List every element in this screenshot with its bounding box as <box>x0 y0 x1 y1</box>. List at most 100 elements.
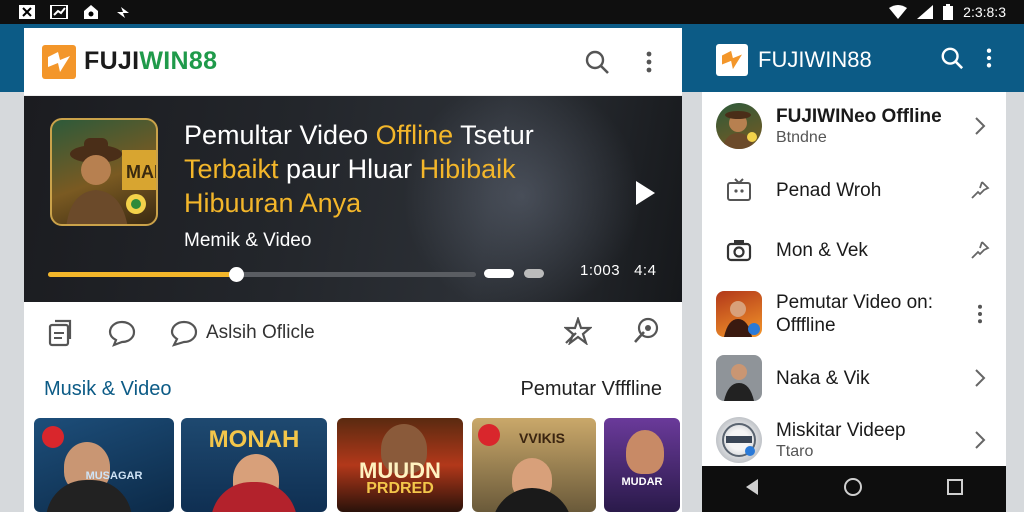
battery-icon <box>943 4 954 20</box>
poster-figure <box>626 430 664 474</box>
buffer-segment <box>484 269 514 278</box>
pin-icon[interactable] <box>968 240 992 260</box>
list-item[interactable]: FUJIWINeo Offline Btndne <box>702 92 1006 160</box>
home-button[interactable] <box>843 477 863 502</box>
featured-thumbnail[interactable]: MAI <box>50 118 158 226</box>
home-app-icon <box>84 5 98 19</box>
message-icon <box>170 320 198 347</box>
list-item-subtitle: Btndne <box>776 128 827 146</box>
list-item-title: Mon & Vek <box>776 239 868 261</box>
section-title-music[interactable]: Musik & Video <box>44 378 171 401</box>
poster-card[interactable]: MUDAR <box>604 418 680 512</box>
progress-handle[interactable] <box>229 267 245 282</box>
list-item-title: Naka & Vik <box>776 367 870 389</box>
poster-row: MUSAGAR MONAH MUUDN PRDRED VVIKIS MUDAR <box>34 418 694 512</box>
brand-logo <box>42 44 76 79</box>
back-button[interactable] <box>744 478 760 501</box>
featured-video-player[interactable]: MAI Pemultar Video Offline Tsetur Terbai… <box>24 96 682 302</box>
signal-icon <box>917 5 934 19</box>
poster-figure-body <box>492 488 572 512</box>
brand-logo <box>716 44 748 76</box>
performer-avatar-icon <box>724 301 760 337</box>
search-button[interactable] <box>940 46 964 75</box>
logo-mark-icon <box>722 50 742 70</box>
action-toolbar: Aslsih Oflicle <box>24 302 682 364</box>
section-title-offline[interactable]: Pemutar Vfffline <box>520 378 662 401</box>
system-nav-bar <box>702 466 1006 512</box>
recents-square-icon <box>947 478 964 495</box>
featured-subtitle: Memik & Video <box>184 230 312 251</box>
star-icon <box>563 315 593 346</box>
list-item-title: Miskitar Videep <box>776 419 906 441</box>
kebab-icon[interactable] <box>968 304 992 324</box>
location-share-icon <box>634 317 659 343</box>
right-app-bar: FUJIWIN88 <box>702 28 1006 92</box>
poster-card[interactable]: MUUDN PRDRED <box>337 418 463 512</box>
favorite-button[interactable] <box>563 315 593 350</box>
left-app-bar: FUJIWIN88 <box>24 28 682 96</box>
status-time: 2:3:8:3 <box>963 4 1006 20</box>
offline-button[interactable]: Aslsih Oflicle <box>170 319 315 347</box>
more-menu-button[interactable] <box>986 48 992 73</box>
chevron-right-icon[interactable] <box>968 430 992 450</box>
video-thumbnail <box>716 291 762 337</box>
chevron-right-icon[interactable] <box>968 368 992 388</box>
character-avatar-icon <box>722 111 757 149</box>
poster-card[interactable]: MUSAGAR <box>34 418 174 512</box>
poster-card[interactable]: MONAH <box>181 418 327 512</box>
home-circle-icon <box>843 477 862 496</box>
list-item-title-2: Offfline <box>776 315 836 336</box>
more-menu-button[interactable] <box>634 47 664 77</box>
list-item[interactable]: Miskitar Videep Ttaro <box>702 408 1006 472</box>
bolt-icon <box>117 7 129 18</box>
status-bar: 2:3:8:3 <box>0 0 1024 24</box>
search-button[interactable] <box>582 47 612 77</box>
brand-name: FUJIWIN88 <box>758 47 872 72</box>
list-item[interactable]: Pemutar Video on: Offfline <box>702 280 1006 348</box>
poster-figure-body <box>46 480 132 512</box>
play-button[interactable] <box>634 180 656 211</box>
chevron-right-icon[interactable] <box>968 116 992 136</box>
disc-avatar-icon <box>722 423 756 457</box>
list-item[interactable]: Naka & Vik <box>702 348 1006 408</box>
list-item-title: Pemutar Video on: <box>776 292 934 313</box>
featured-title: Pemultar Video Offline Tsetur Terbaikt p… <box>184 120 534 218</box>
playback-time: 1:003 4:4 <box>580 262 657 279</box>
search-icon <box>941 47 964 69</box>
poster-card[interactable]: VVIKIS <box>472 418 596 512</box>
library-button[interactable] <box>46 319 74 347</box>
avatar <box>716 103 762 149</box>
offline-label: Aslsih Oflicle <box>206 322 315 343</box>
character-art-icon: MAI <box>66 138 158 224</box>
avatar <box>716 417 762 463</box>
list-item-title: FUJIWINeo Offline <box>776 105 942 127</box>
recents-button[interactable] <box>946 478 964 501</box>
share-button[interactable] <box>632 317 660 350</box>
progress-fill <box>48 272 237 277</box>
list-item[interactable]: Penad Wroh <box>702 160 1006 220</box>
list-item-title: Penad Wroh <box>776 179 882 201</box>
library-icon <box>48 319 72 347</box>
search-icon <box>585 50 609 74</box>
back-triangle-icon <box>745 478 758 495</box>
list-item-subtitle: Ttaro <box>776 442 814 460</box>
brand-name: FUJIWIN88 <box>84 47 218 75</box>
person-avatar-icon <box>724 364 754 401</box>
poster-figure-body <box>211 482 297 512</box>
tv-icon <box>716 178 762 202</box>
kebab-icon <box>646 51 652 72</box>
music-badge-icon <box>42 426 64 448</box>
logo-mark-icon <box>48 51 70 72</box>
avatar <box>716 355 762 401</box>
right-app-window: FUJIWIN88 FUJIWINeo Offline Btndne Penad… <box>702 28 1006 512</box>
buffer-segment <box>524 269 544 278</box>
wifi-icon <box>889 5 908 19</box>
background-edge <box>1006 92 1024 512</box>
progress-bar[interactable] <box>48 267 476 282</box>
play-icon <box>636 181 655 205</box>
comment-button[interactable] <box>108 319 136 347</box>
pin-icon[interactable] <box>968 180 992 200</box>
svg-text:MAI: MAI <box>126 162 158 182</box>
section-header: Musik & Video Pemutar Vfffline <box>24 364 682 414</box>
list-item[interactable]: Mon & Vek <box>702 220 1006 280</box>
